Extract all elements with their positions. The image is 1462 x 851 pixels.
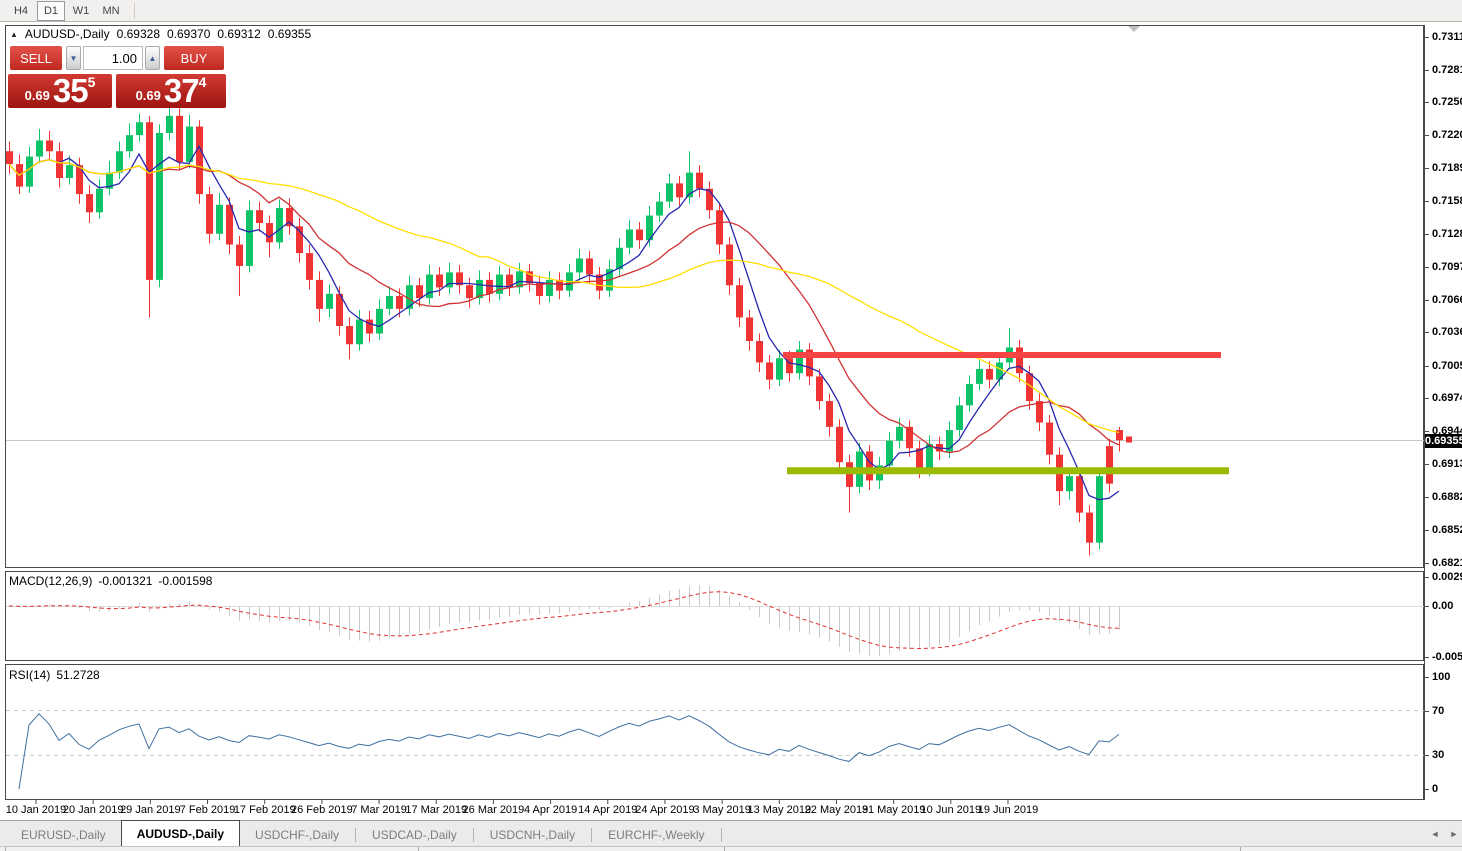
date-axis-label: 17 Mar 2019 [405, 804, 468, 816]
buy-quote-button[interactable]: 0.69 37 4 [116, 74, 226, 108]
symbol-tab-bar: EURUSD-,Daily AUDUSD-,Daily USDCHF-,Daily U… [0, 820, 1462, 846]
macd-value-1: -0.001321 [98, 574, 153, 588]
one-click-trade-panel: SELL ▼ ▲ BUY 0.69 35 5 0.69 37 4 [8, 44, 226, 108]
price-axis-tick: 0.72810 [1432, 64, 1462, 76]
price-axis-tick: 0.68825 [1432, 491, 1462, 503]
date-axis-label: 26 Feb 2019 [290, 804, 353, 816]
timeframe-button-h4[interactable]: H4 [7, 1, 35, 21]
ohlc-open: 0.69328 [116, 27, 160, 41]
trading-platform-window: H4 D1 W1 MN ▲ AUDUSD-,Daily 0.69328 0.69370… [0, 0, 1462, 851]
tab-scroll-left-icon[interactable]: ◄ [1428, 828, 1442, 840]
macd-label: MACD(12,26,9) -0.001321 -0.001598 [9, 574, 212, 588]
date-axis-label: 7 Feb 2019 [179, 804, 236, 816]
status-cell-divider [1240, 847, 1241, 851]
tab-eurchf-weekly[interactable]: EURCHF-,Weekly [593, 823, 719, 846]
status-cell-divider [5, 847, 6, 851]
candlestick-plot [5, 25, 1429, 804]
rsi-axis-tick: 30 [1432, 749, 1445, 761]
tab-separator [720, 828, 722, 842]
date-axis-label: 20 Jan 2019 [62, 804, 124, 816]
tab-usdcnh-daily[interactable]: USDCNH-,Daily [475, 823, 590, 846]
price-axis-tick: 0.68520 [1432, 524, 1462, 536]
macd-name: MACD(12,26,9) [9, 574, 93, 588]
buy-price-small: 0.69 [135, 88, 161, 103]
ohlc-high: 0.69370 [167, 27, 211, 41]
date-axis-label: 31 May 2019 [861, 804, 926, 816]
tab-separator [355, 828, 357, 842]
rsi-axis-tick: 100 [1432, 671, 1451, 683]
date-axis-label: 19 Jun 2019 [977, 804, 1039, 816]
price-axis-tick: 0.69130 [1432, 458, 1462, 470]
sell-quote-button[interactable]: 0.69 35 5 [8, 74, 112, 108]
macd-axis-tick: 0.00 [1432, 600, 1454, 612]
date-axis-label: 24 Apr 2019 [635, 804, 695, 816]
rsi-label: RSI(14) 51.2728 [9, 668, 100, 682]
rsi-value: 51.2728 [56, 668, 100, 682]
price-axis-tick: 0.68210 [1432, 557, 1462, 569]
tab-eurusd-daily[interactable]: EURUSD-,Daily [6, 823, 121, 846]
rsi-axis-tick: 70 [1432, 705, 1445, 717]
volume-increase-button[interactable]: ▲ [145, 46, 160, 70]
status-cell-divider [724, 847, 725, 851]
price-axis-tick: 0.70360 [1432, 326, 1462, 338]
price-axis-tick: 0.70050 [1432, 360, 1462, 372]
collapse-icon[interactable]: ▲ [10, 30, 18, 39]
timeframe-button-d1[interactable]: D1 [37, 0, 65, 21]
ohlc-close: 0.69355 [267, 27, 312, 41]
rsi-name: RSI(14) [9, 668, 51, 682]
chart-symbol-label: AUDUSD-,Daily [24, 27, 110, 41]
status-cell-divider [418, 847, 419, 851]
macd-axis-tick: 0.002984 [1432, 571, 1462, 583]
rsi-axis-tick: 0 [1432, 783, 1439, 795]
macd-value-2: -0.001598 [158, 574, 213, 588]
tab-separator [472, 828, 474, 842]
chart-header: ▲ AUDUSD-,Daily 0.69328 0.69370 0.69312 … [10, 27, 311, 41]
date-axis-label: 7 Mar 2019 [351, 804, 407, 816]
price-axis-tick: 0.72505 [1432, 96, 1462, 108]
tab-scroll-right-icon[interactable]: ► [1447, 828, 1461, 840]
buy-button[interactable]: BUY [164, 46, 224, 70]
price-axis-tick: 0.70665 [1432, 294, 1462, 306]
date-axis-label: 3 May 2019 [693, 804, 751, 816]
price-axis-tick: 0.70970 [1432, 261, 1462, 273]
date-axis-label: 26 Mar 2019 [462, 804, 525, 816]
sell-price-sup: 5 [87, 74, 96, 90]
volume-decrease-button[interactable]: ▼ [66, 46, 81, 70]
date-axis-label: 22 May 2019 [804, 804, 869, 816]
date-axis-label: 29 Jan 2019 [120, 804, 181, 816]
timeframe-button-w1[interactable]: W1 [67, 1, 95, 21]
ohlc-low: 0.69312 [217, 27, 261, 41]
date-axis-label: 4 Apr 2019 [523, 804, 578, 816]
price-axis-tick: 0.71585 [1432, 195, 1462, 207]
macd-axis-tick: -0.005256 [1432, 651, 1462, 663]
timeframe-button-mn[interactable]: MN [97, 1, 125, 21]
volume-input[interactable] [83, 46, 143, 70]
tab-usdchf-daily[interactable]: USDCHF-,Daily [240, 823, 354, 846]
price-axis-tick: 0.71280 [1432, 228, 1462, 240]
date-axis-label: 14 Apr 2019 [578, 804, 638, 816]
price-axis-tick: 0.69440 [1432, 425, 1462, 437]
status-bar [0, 846, 1462, 851]
date-axis-label: 10 Jan 2019 [5, 804, 67, 816]
date-axis-label: 10 Jun 2019 [920, 804, 982, 816]
tab-separator [591, 828, 593, 842]
sell-button[interactable]: SELL [10, 46, 62, 70]
timeframe-toolbar: H4 D1 W1 MN [0, 0, 1462, 22]
sell-price-small: 0.69 [24, 88, 50, 103]
date-axis-label: 17 Feb 2019 [233, 804, 296, 816]
buy-price-sup: 4 [198, 74, 207, 90]
price-axis-tick: 0.69745 [1432, 392, 1462, 404]
toolbar-separator [134, 2, 135, 19]
buy-price-big: 37 [163, 72, 200, 109]
tab-usdcad-daily[interactable]: USDCAD-,Daily [357, 823, 472, 846]
date-axis-label: 13 May 2019 [747, 804, 812, 816]
price-axis-tick: 0.71890 [1432, 162, 1462, 174]
sell-price-big: 35 [52, 72, 89, 109]
tab-audusd-daily[interactable]: AUDUSD-,Daily [120, 820, 241, 846]
price-axis-tick: 0.72200 [1432, 129, 1462, 141]
price-axis-tick: 0.73115 [1432, 31, 1462, 43]
